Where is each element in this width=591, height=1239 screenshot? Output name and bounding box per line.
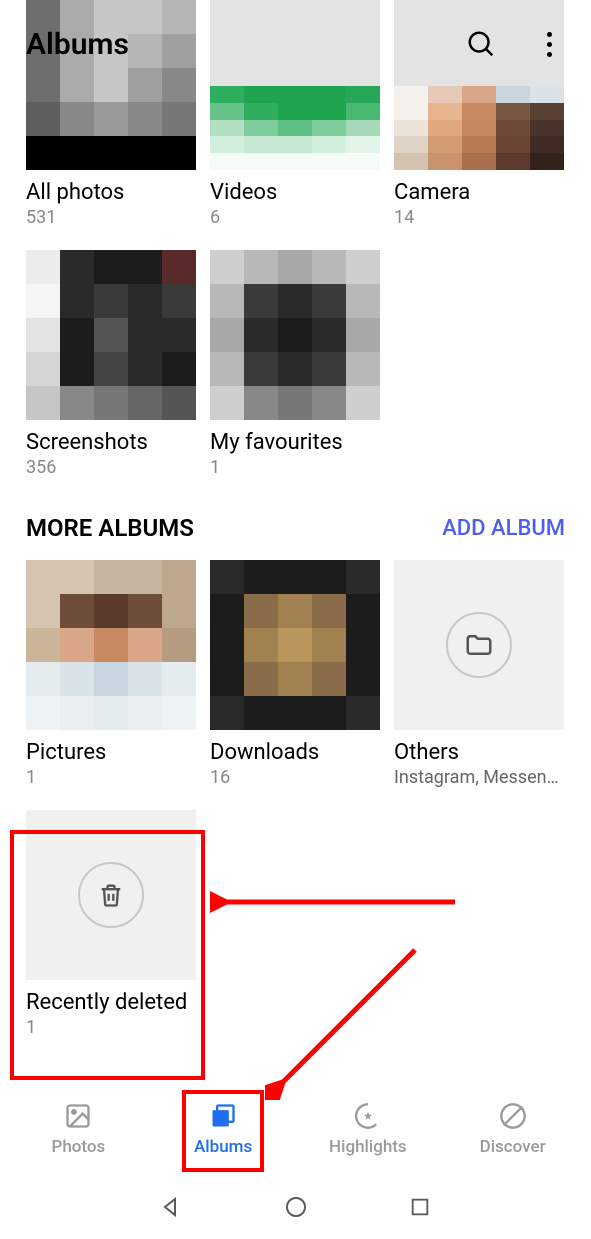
more-menu-icon[interactable] xyxy=(533,28,565,60)
nav-label: Discover xyxy=(480,1137,546,1157)
add-album-button[interactable]: ADD ALBUM xyxy=(442,516,565,541)
album-count: 1 xyxy=(210,457,380,478)
nav-highlights[interactable]: Highlights xyxy=(296,1101,441,1157)
album-screenshots[interactable]: Screenshots 356 xyxy=(26,250,196,478)
page-title: Albums xyxy=(26,27,465,62)
more-albums-grid: Pictures 1 Downloads 16 xyxy=(26,560,565,1038)
recents-icon[interactable] xyxy=(406,1193,434,1221)
album-count: 1 xyxy=(26,767,196,788)
album-title: All photos xyxy=(26,180,196,205)
discover-icon xyxy=(498,1101,528,1131)
album-count: 1 xyxy=(26,1017,196,1038)
album-thumbnail xyxy=(210,250,380,420)
album-title: Pictures xyxy=(26,740,196,765)
album-recently-deleted[interactable]: Recently deleted 1 xyxy=(26,810,196,1038)
nav-label: Photos xyxy=(51,1137,105,1157)
nav-photos[interactable]: Photos xyxy=(6,1101,151,1157)
album-thumbnail xyxy=(26,560,196,730)
bottom-nav: Photos Albums Highlights Discover xyxy=(0,1084,591,1174)
album-downloads[interactable]: Downloads 16 xyxy=(210,560,380,788)
album-count: 356 xyxy=(26,457,196,478)
home-icon[interactable] xyxy=(282,1193,310,1221)
trash-icon xyxy=(78,862,144,928)
system-nav-bar xyxy=(0,1174,591,1239)
album-count: 16 xyxy=(210,767,380,788)
album-title: Recently deleted xyxy=(26,990,196,1015)
search-icon[interactable] xyxy=(465,28,497,60)
content-area: All photos 531 Videos 6 xyxy=(0,0,591,1084)
photos-icon xyxy=(63,1101,93,1131)
more-albums-title: MORE ALBUMS xyxy=(26,514,194,542)
header-bar: Albums xyxy=(0,0,591,88)
album-pictures[interactable]: Pictures 1 xyxy=(26,560,196,788)
album-thumbnail xyxy=(394,560,564,730)
nav-discover[interactable]: Discover xyxy=(440,1101,585,1157)
album-title: My favourites xyxy=(210,430,380,455)
album-title: Camera xyxy=(394,180,564,205)
header-actions xyxy=(465,28,565,60)
album-title: Others xyxy=(394,740,564,765)
back-icon[interactable] xyxy=(157,1193,185,1221)
nav-albums[interactable]: Albums xyxy=(151,1101,296,1157)
album-my-favourites[interactable]: My favourites 1 xyxy=(210,250,380,478)
album-thumbnail xyxy=(210,560,380,730)
nav-label: Albums xyxy=(194,1137,252,1157)
album-count: 6 xyxy=(210,207,380,228)
album-others[interactable]: Others Instagram, Messenge… xyxy=(394,560,564,788)
more-albums-header: MORE ALBUMS ADD ALBUM xyxy=(26,514,565,542)
album-title: Downloads xyxy=(210,740,380,765)
album-title: Videos xyxy=(210,180,380,205)
nav-label: Highlights xyxy=(329,1137,407,1157)
album-thumbnail xyxy=(26,250,196,420)
folder-icon xyxy=(446,612,512,678)
album-thumbnail xyxy=(26,810,196,980)
album-count: 14 xyxy=(394,207,564,228)
album-subtitle: Instagram, Messenge… xyxy=(394,767,564,788)
highlights-icon xyxy=(353,1101,383,1131)
album-title: Screenshots xyxy=(26,430,196,455)
album-count: 531 xyxy=(26,207,196,228)
albums-icon xyxy=(208,1101,238,1131)
